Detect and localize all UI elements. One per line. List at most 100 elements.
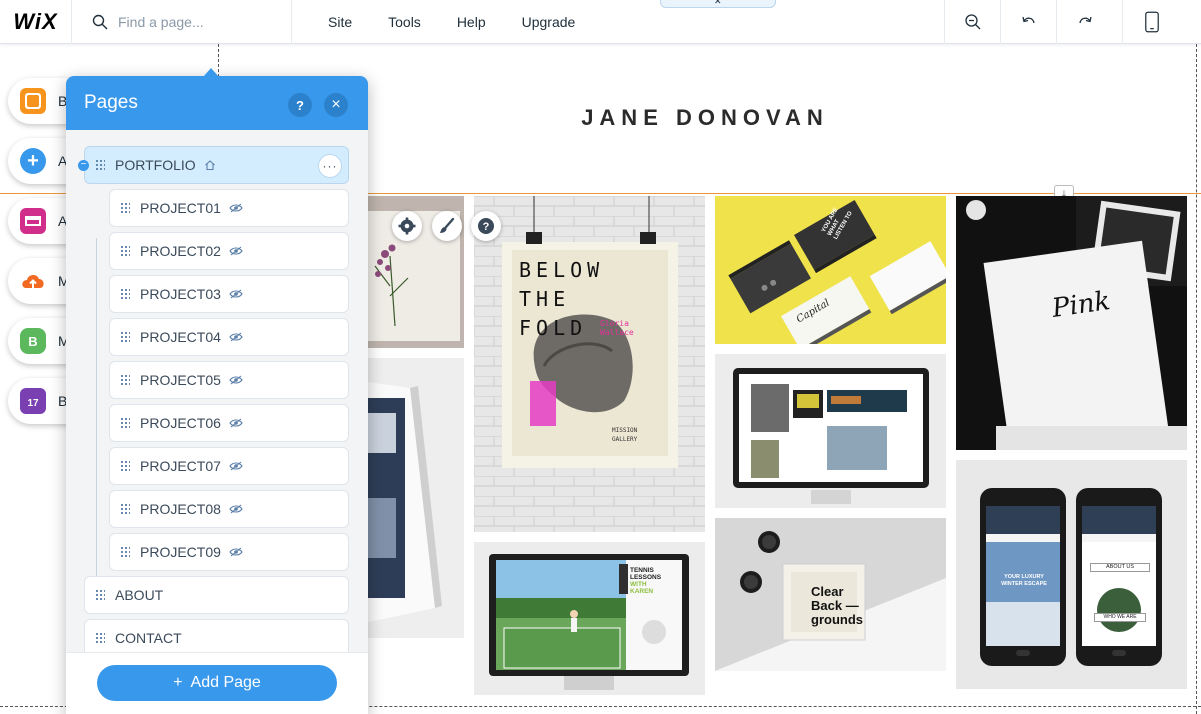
page-item-project03[interactable]: PROJECT03 bbox=[109, 275, 349, 313]
cd-line-1: Clear bbox=[811, 584, 844, 599]
page-label: PROJECT02 bbox=[140, 243, 221, 259]
cd-line-2: Back — bbox=[811, 598, 859, 613]
top-bar: WiX Site Tools Help Upgrade bbox=[0, 0, 1201, 44]
phone1-text: YOUR LUXURY WINTER ESCAPE bbox=[993, 574, 1055, 588]
media-upload-icon bbox=[20, 268, 46, 294]
desktop-site-image bbox=[715, 354, 946, 508]
add-page-button[interactable]: + Add Page bbox=[97, 665, 337, 701]
search-icon bbox=[92, 14, 108, 30]
page-item-portfolio[interactable]: PORTFOLIO ··· bbox=[84, 146, 349, 184]
search-input[interactable] bbox=[118, 14, 278, 30]
hidden-eye-icon bbox=[229, 289, 243, 299]
mobile-view-icon bbox=[1144, 11, 1159, 33]
poster-line-2: THE bbox=[519, 287, 571, 311]
tennis-line-4: KAREN bbox=[630, 588, 654, 595]
stationery-image bbox=[956, 196, 1187, 450]
calendar-day: 17 bbox=[27, 397, 39, 409]
drag-handle-icon[interactable] bbox=[120, 288, 130, 300]
drag-handle-icon[interactable] bbox=[120, 460, 130, 472]
gallery-item-phones[interactable] bbox=[956, 460, 1187, 689]
drag-handle-icon[interactable] bbox=[95, 159, 105, 171]
drag-handle-icon[interactable] bbox=[120, 417, 130, 429]
background-icon bbox=[20, 88, 46, 114]
add-icon: + bbox=[20, 148, 46, 174]
page-item-project07[interactable]: PROJECT07 bbox=[109, 447, 349, 485]
zoom-out-button[interactable] bbox=[944, 0, 1000, 44]
phone2-heading: ABOUT US bbox=[1090, 563, 1150, 572]
pages-panel: Pages ? × − PORTFOLIO ··· PROJECT01 PROJECT… bbox=[66, 76, 368, 714]
page-label: PROJECT09 bbox=[140, 544, 221, 560]
phone1-line-1: YOUR LUXURY bbox=[1004, 574, 1044, 580]
collapse-icon[interactable]: − bbox=[78, 160, 89, 171]
menu-upgrade[interactable]: Upgrade bbox=[504, 0, 594, 44]
gridline-right bbox=[1196, 44, 1197, 714]
page-label: PROJECT05 bbox=[140, 372, 221, 388]
close-icon[interactable]: × bbox=[324, 93, 348, 117]
page-item-project01[interactable]: PROJECT01 bbox=[109, 189, 349, 227]
drag-handle-icon[interactable] bbox=[95, 589, 105, 601]
drag-handle-icon[interactable] bbox=[120, 245, 130, 257]
close-icon[interactable]: ✕ bbox=[714, 0, 722, 6]
phone1-line-2: WINTER ESCAPE bbox=[1001, 581, 1047, 587]
help-icon[interactable]: ? bbox=[288, 93, 312, 117]
poster-gallery-line-1: MISSION bbox=[612, 427, 638, 434]
drag-handle-icon[interactable] bbox=[95, 632, 105, 644]
redo-icon bbox=[1078, 16, 1092, 24]
menu-site[interactable]: Site bbox=[310, 0, 370, 44]
design-button[interactable] bbox=[432, 211, 462, 241]
home-icon bbox=[204, 160, 215, 171]
blog-icon: B bbox=[20, 328, 46, 354]
page-item-project09[interactable]: PROJECT09 bbox=[109, 533, 349, 571]
page-label: CONTACT bbox=[115, 630, 182, 646]
page-item-project02[interactable]: PROJECT02 bbox=[109, 232, 349, 270]
page-label: PROJECT06 bbox=[140, 415, 221, 431]
gallery-item-tennis[interactable] bbox=[474, 542, 705, 695]
drag-handle-icon[interactable] bbox=[120, 503, 130, 515]
page-label: PROJECT01 bbox=[140, 200, 221, 216]
gallery-item-desktop[interactable] bbox=[715, 354, 946, 508]
app-market-icon bbox=[20, 208, 46, 234]
drag-handle-icon[interactable] bbox=[120, 202, 130, 214]
poster-title: BELOW THE FOLD bbox=[519, 256, 604, 343]
undo-button[interactable] bbox=[1000, 0, 1056, 44]
gallery-item-pink[interactable] bbox=[956, 196, 1187, 450]
help-button[interactable]: ? bbox=[471, 211, 501, 241]
brush-icon bbox=[440, 217, 455, 233]
undo-icon bbox=[1021, 16, 1035, 24]
collapse-tab[interactable]: ✕ bbox=[660, 0, 776, 8]
page-item-about[interactable]: ABOUT bbox=[84, 576, 349, 614]
wix-logo[interactable]: WiX bbox=[0, 0, 72, 44]
page-item-project04[interactable]: PROJECT04 bbox=[109, 318, 349, 356]
add-page-label: Add Page bbox=[190, 674, 261, 691]
more-actions-icon[interactable]: ··· bbox=[318, 154, 342, 178]
page-search[interactable] bbox=[72, 0, 292, 44]
hidden-eye-icon bbox=[229, 461, 243, 471]
page-label: ABOUT bbox=[115, 587, 164, 603]
cd-text: Clear Back — grounds bbox=[811, 585, 863, 627]
page-item-project08[interactable]: PROJECT08 bbox=[109, 490, 349, 528]
phone2-subheading: WHO WE ARE bbox=[1094, 613, 1146, 622]
poster-gallery-line-2: GALLERY bbox=[612, 436, 638, 443]
hidden-eye-icon bbox=[229, 418, 243, 428]
settings-button[interactable] bbox=[392, 211, 422, 241]
drag-handle-icon[interactable] bbox=[120, 546, 130, 558]
redo-button[interactable] bbox=[1056, 0, 1112, 44]
poster-line-1: BELOW bbox=[519, 258, 605, 282]
plus-icon: + bbox=[173, 674, 183, 691]
tennis-line-2: LESSONS bbox=[630, 574, 662, 581]
mobile-view-button[interactable] bbox=[1122, 0, 1180, 44]
cd-line-3: grounds bbox=[811, 612, 863, 627]
page-item-project06[interactable]: PROJECT06 bbox=[109, 404, 349, 442]
gear-icon bbox=[398, 217, 416, 235]
page-item-project05[interactable]: PROJECT05 bbox=[109, 361, 349, 399]
site-title[interactable]: JANE DONOVAN bbox=[500, 105, 910, 131]
menu-help[interactable]: Help bbox=[439, 0, 504, 44]
hidden-eye-icon bbox=[229, 504, 243, 514]
drag-handle-icon[interactable] bbox=[120, 331, 130, 343]
blog-badge: B bbox=[28, 333, 38, 349]
poster-gallery-text: MISSION GALLERY bbox=[612, 426, 637, 444]
menu-tools[interactable]: Tools bbox=[370, 0, 439, 44]
tree-connector bbox=[96, 238, 106, 610]
gallery-item-below-the-fold[interactable] bbox=[474, 196, 705, 532]
drag-handle-icon[interactable] bbox=[120, 374, 130, 386]
